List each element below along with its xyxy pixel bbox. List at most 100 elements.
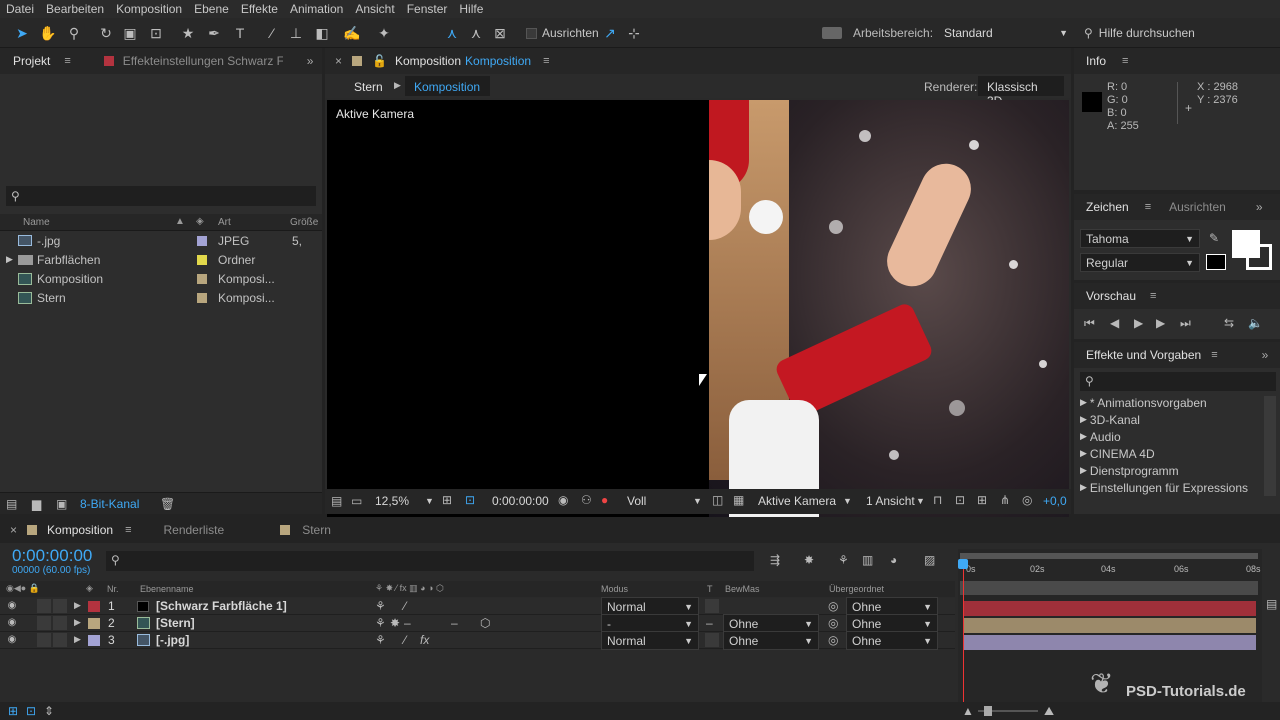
label-column-icon[interactable]: ◈ bbox=[196, 216, 204, 227]
reset-exposure-icon[interactable]: ◎ bbox=[1022, 493, 1032, 507]
menu-effekte[interactable]: Effekte bbox=[235, 2, 284, 16]
label-color[interactable] bbox=[197, 236, 207, 246]
tab-character[interactable]: Zeichen bbox=[1086, 200, 1129, 214]
effects-item[interactable]: ▶ 3D-Kanal bbox=[1080, 411, 1140, 428]
chevron-down-icon[interactable]: ▼ bbox=[916, 496, 925, 506]
scrollbar[interactable] bbox=[1264, 396, 1276, 496]
black-swatch[interactable] bbox=[1206, 254, 1226, 270]
preview-title[interactable]: Vorschau bbox=[1086, 289, 1136, 303]
loop-icon[interactable]: ⇆ bbox=[1224, 316, 1234, 330]
pan-behind-tool-icon[interactable]: ⊡ bbox=[146, 23, 166, 43]
zoom-in-icon[interactable]: ⛰ bbox=[1044, 704, 1054, 719]
3d-layer-switch-icon[interactable]: ⬡ bbox=[480, 616, 490, 630]
in-out-icon[interactable]: ⇕ bbox=[44, 704, 54, 718]
menu-ansicht[interactable]: Ansicht bbox=[349, 2, 400, 16]
expand-arrow-icon[interactable]: ▶ bbox=[74, 634, 81, 645]
column-parent[interactable]: Übergeordnet bbox=[829, 584, 884, 594]
effects-item[interactable]: ▶ CINEMA 4D bbox=[1080, 445, 1155, 462]
toggle-pixel-icon[interactable]: ⊓ bbox=[933, 493, 942, 507]
selection-tool-icon[interactable]: ➤ bbox=[12, 23, 32, 43]
playhead[interactable] bbox=[963, 561, 964, 717]
shy-layers-icon[interactable]: ⚘ bbox=[838, 553, 849, 567]
column-trkmat[interactable]: BewMas bbox=[725, 584, 760, 594]
work-area-bar[interactable] bbox=[960, 553, 1258, 559]
bit-depth[interactable]: 8-Bit-Kanal bbox=[80, 497, 139, 511]
column-mode[interactable]: Modus bbox=[601, 584, 628, 594]
effects-title[interactable]: Effekte und Vorgaben bbox=[1086, 348, 1201, 362]
always-preview-icon[interactable]: ▤ bbox=[331, 494, 342, 508]
motion-blur-icon[interactable]: ◕ bbox=[890, 553, 897, 567]
trash-icon[interactable]: 🗑 bbox=[160, 497, 175, 511]
new-folder-icon[interactable]: ▆ bbox=[32, 497, 41, 511]
menu-ebene[interactable]: Ebene bbox=[188, 2, 235, 16]
preserve-transparency-toggle[interactable]: – bbox=[706, 616, 713, 630]
next-frame-icon[interactable]: ▶ bbox=[1156, 316, 1165, 330]
label-color[interactable] bbox=[88, 635, 100, 646]
zoom-out-icon[interactable]: ▲ bbox=[962, 704, 974, 718]
column-nr[interactable]: Nr. bbox=[107, 584, 119, 594]
comp-viewer[interactable]: Aktive Kamera bbox=[327, 100, 1069, 536]
menu-bearbeiten[interactable]: Bearbeiten bbox=[40, 2, 110, 16]
menu-icon[interactable]: ≡ bbox=[543, 55, 549, 67]
playhead-handle[interactable] bbox=[958, 559, 968, 569]
expand-arrow-icon[interactable]: ▶ bbox=[6, 254, 13, 265]
quality-switch-icon[interactable]: ⁄ bbox=[404, 599, 406, 613]
show-snapshot-icon[interactable]: ⚇ bbox=[581, 493, 592, 507]
resolution-value[interactable]: Voll bbox=[627, 494, 646, 508]
quality-switch-icon[interactable]: ⁄ bbox=[404, 633, 406, 647]
snap-icon[interactable]: ↗ bbox=[600, 23, 620, 43]
menu-komposition[interactable]: Komposition bbox=[110, 2, 188, 16]
shy-switch-icon[interactable]: ⚘ bbox=[375, 633, 386, 647]
layer-bar[interactable] bbox=[964, 635, 1256, 650]
graph-editor-icon[interactable]: ▨ bbox=[924, 553, 935, 567]
column-name[interactable]: Name bbox=[23, 217, 50, 228]
motion-blur-switch-icon[interactable]: – bbox=[451, 616, 458, 630]
project-item[interactable]: Komposition Komposi... bbox=[0, 270, 322, 289]
timeline-search-input[interactable]: ⚲ bbox=[106, 551, 754, 571]
project-item[interactable]: -.jpg JPEG 5, bbox=[0, 232, 322, 251]
pen-tool-icon[interactable]: ✒ bbox=[204, 23, 224, 43]
transparency-grid-icon[interactable]: ▦ bbox=[733, 493, 744, 507]
zoom-slider-handle[interactable] bbox=[984, 706, 992, 716]
menu-hilfe[interactable]: Hilfe bbox=[453, 2, 489, 16]
text-tool-icon[interactable]: T bbox=[230, 23, 250, 43]
clone-stamp-tool-icon[interactable]: ⊥ bbox=[286, 23, 306, 43]
mask-visibility-icon[interactable]: ⊡ bbox=[465, 493, 475, 507]
eraser-tool-icon[interactable]: ◧ bbox=[312, 23, 332, 43]
camera-view-value[interactable]: Aktive Kamera bbox=[758, 494, 836, 508]
tab-stern[interactable]: Stern bbox=[302, 523, 331, 537]
workspace-select[interactable]: Standard ▼ bbox=[938, 24, 1074, 42]
project-search-input[interactable]: ⚲ bbox=[6, 186, 316, 206]
menu-icon[interactable]: ≡ bbox=[1122, 55, 1128, 67]
roto-brush-tool-icon[interactable]: ✍ bbox=[342, 23, 362, 43]
chevron-down-icon[interactable]: ▼ bbox=[425, 496, 434, 506]
collapse-switch-icon[interactable]: ✸ bbox=[390, 616, 400, 630]
help-search[interactable]: ⚲ Hilfe durchsuchen bbox=[1080, 22, 1276, 44]
solo-toggle[interactable] bbox=[37, 599, 51, 613]
comp-timecode[interactable]: 0:00:00:00 bbox=[492, 494, 549, 508]
layer-bar[interactable] bbox=[964, 618, 1256, 633]
label-color[interactable] bbox=[197, 274, 207, 284]
flowchart-icon[interactable]: ⋔ bbox=[1000, 493, 1010, 507]
brush-tool-icon[interactable]: ⁄ bbox=[262, 23, 282, 43]
column-layer-name[interactable]: Ebenenname bbox=[140, 584, 194, 594]
lock-toggle[interactable] bbox=[53, 633, 67, 647]
effects-item[interactable]: ▶ Audio bbox=[1080, 428, 1121, 445]
expand-arrow-icon[interactable]: ▶ bbox=[74, 617, 81, 628]
last-frame-icon[interactable]: ⏭ bbox=[1180, 316, 1191, 331]
panel-overflow-icon[interactable]: » bbox=[1262, 348, 1269, 362]
pickwhip-icon[interactable]: ◎ bbox=[828, 633, 838, 647]
renderer-select[interactable]: Klassisch 3D bbox=[978, 76, 1064, 108]
tab-komposition[interactable]: Komposition bbox=[47, 523, 113, 537]
menu-icon[interactable]: ≡ bbox=[64, 55, 70, 67]
font-style-select[interactable]: Regular ▼ bbox=[1080, 253, 1200, 272]
label-color[interactable] bbox=[197, 255, 207, 265]
draft-3d-icon[interactable]: ✸ bbox=[804, 553, 814, 567]
layer-name[interactable]: [Stern] bbox=[156, 616, 195, 630]
pickwhip-icon[interactable]: ◎ bbox=[828, 616, 838, 630]
lock-icon[interactable]: 🔓 bbox=[372, 54, 387, 68]
stroke-color[interactable] bbox=[1246, 244, 1272, 270]
eye-icon[interactable]: ◉ bbox=[5, 600, 19, 611]
tab-renderliste[interactable]: Renderliste bbox=[163, 523, 224, 537]
layer-name[interactable]: [Schwarz Farbfläche 1] bbox=[156, 599, 287, 613]
